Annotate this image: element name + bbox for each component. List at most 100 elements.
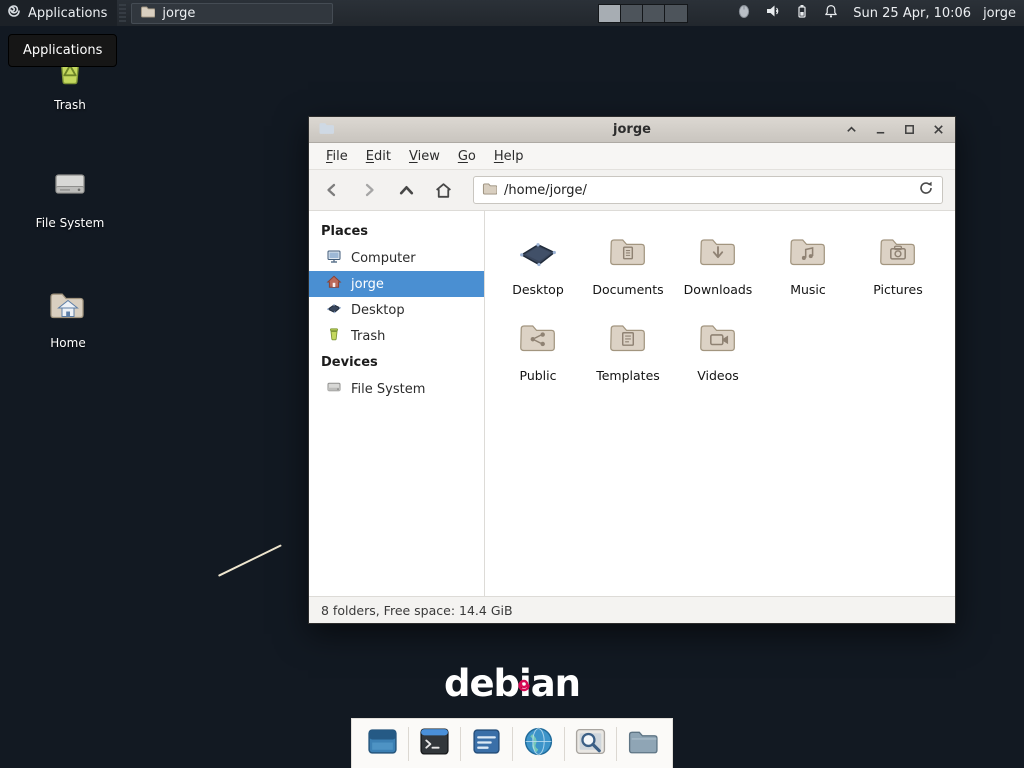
sidebar-item-desktop[interactable]: Desktop xyxy=(309,297,484,323)
sidebar-item-trash[interactable]: Trash xyxy=(309,323,484,349)
file-item-label: Templates xyxy=(596,368,660,383)
desktop-icon-label: File System xyxy=(36,216,105,230)
app-finder-launcher[interactable] xyxy=(568,722,612,766)
sidebar-item-label: jorge xyxy=(351,277,384,292)
home-button[interactable] xyxy=(432,179,454,201)
file-manager-launcher[interactable] xyxy=(620,722,664,766)
panel-grip[interactable] xyxy=(119,4,126,22)
file-item-label: Music xyxy=(790,282,826,297)
show-desktop-button[interactable] xyxy=(360,722,404,766)
applications-menu-icon xyxy=(6,3,22,23)
notifications-bell-icon[interactable] xyxy=(823,3,839,23)
terminal-icon xyxy=(418,725,451,762)
location-bar[interactable] xyxy=(473,176,943,204)
file-manager-icon xyxy=(626,725,659,762)
file-grid: Desktop Documents xyxy=(485,211,955,395)
file-item-label: Documents xyxy=(592,282,663,297)
file-item-label: Desktop xyxy=(512,282,564,297)
menu-file[interactable]: File xyxy=(317,145,357,168)
status-bar: 8 folders, Free space: 14.4 GiB xyxy=(309,596,955,623)
debian-swirl-icon xyxy=(517,659,531,702)
places-header: Places xyxy=(309,218,484,245)
folder-documents-icon xyxy=(604,229,652,279)
computer-icon xyxy=(326,248,342,268)
window-folder-icon xyxy=(318,120,334,140)
sidebar-item-file-system[interactable]: File System xyxy=(309,376,484,402)
folder-templates-icon xyxy=(604,315,652,365)
console-launcher[interactable] xyxy=(464,722,508,766)
maximize-button[interactable] xyxy=(901,122,917,138)
workspace-4[interactable] xyxy=(665,5,687,22)
desktop-icon-file-system[interactable]: File System xyxy=(28,164,112,230)
debian-logo-text: debian xyxy=(444,662,580,705)
dock-separator xyxy=(456,725,464,763)
sidebar-item-computer[interactable]: Computer xyxy=(309,245,484,271)
workspace-switcher xyxy=(598,4,688,23)
drive-icon xyxy=(326,379,342,399)
workspace-3[interactable] xyxy=(643,5,665,22)
volume-icon[interactable] xyxy=(765,3,781,23)
devices-header: Devices xyxy=(309,349,484,376)
window-titlebar[interactable]: jorge xyxy=(309,117,955,143)
menu-edit[interactable]: Edit xyxy=(357,145,400,168)
panel-user-label[interactable]: jorge xyxy=(983,6,1016,21)
file-item-music[interactable]: Music xyxy=(763,223,853,309)
folder-music-icon xyxy=(784,229,832,279)
desktop-icon-label: Home xyxy=(50,336,85,350)
applications-menu-label: Applications xyxy=(28,6,107,21)
file-item-desktop[interactable]: Desktop xyxy=(493,223,583,309)
panel-right-cluster: Sun 25 Apr, 10:06 jorge xyxy=(598,0,1024,26)
show-desktop-icon xyxy=(366,725,399,762)
minimize-button[interactable] xyxy=(872,122,888,138)
file-manager-window: jorge File Edit View Go Help xyxy=(308,116,956,624)
file-item-label: Videos xyxy=(697,368,739,383)
clock[interactable]: Sun 25 Apr, 10:06 xyxy=(853,6,971,21)
stray-line-artifact xyxy=(218,544,282,576)
file-item-public[interactable]: Public xyxy=(493,309,583,395)
file-item-documents[interactable]: Documents xyxy=(583,223,673,309)
battery-icon[interactable] xyxy=(794,3,810,23)
applications-menu-button[interactable]: Applications xyxy=(0,0,117,26)
window-content: Places Computer jorge Desktop xyxy=(309,211,955,596)
path-input[interactable] xyxy=(504,183,911,198)
drive-icon xyxy=(48,164,92,211)
dock-separator xyxy=(404,725,412,763)
trash-icon xyxy=(326,326,342,346)
file-item-downloads[interactable]: Downloads xyxy=(673,223,763,309)
folder-videos-icon xyxy=(694,315,742,365)
file-item-videos[interactable]: Videos xyxy=(673,309,763,395)
web-browser-launcher[interactable] xyxy=(516,722,560,766)
workspace-2[interactable] xyxy=(621,5,643,22)
home-folder-icon xyxy=(46,284,90,331)
file-item-templates[interactable]: Templates xyxy=(583,309,673,395)
taskbar-window-button[interactable]: jorge xyxy=(131,3,333,24)
sidebar-item-jorge[interactable]: jorge xyxy=(309,271,484,297)
reload-icon[interactable] xyxy=(918,180,934,200)
system-tray xyxy=(736,3,839,23)
home-icon xyxy=(326,274,342,294)
back-button[interactable] xyxy=(321,179,343,201)
applications-tooltip-text: Applications xyxy=(23,43,102,58)
sidebar-item-label: Trash xyxy=(351,329,385,344)
menu-view[interactable]: View xyxy=(400,145,449,168)
file-item-pictures[interactable]: Pictures xyxy=(853,223,943,309)
web-browser-icon xyxy=(522,725,555,762)
menu-help[interactable]: Help xyxy=(485,145,533,168)
shade-button[interactable] xyxy=(843,122,859,138)
console-icon xyxy=(470,725,503,762)
sidebar-item-label: Computer xyxy=(351,251,416,266)
taskbar-window-label: jorge xyxy=(162,6,195,21)
terminal-launcher[interactable] xyxy=(412,722,456,766)
menu-go[interactable]: Go xyxy=(449,145,485,168)
file-view[interactable]: Desktop Documents xyxy=(485,211,955,596)
desktop-icon-home[interactable]: Home xyxy=(26,284,110,350)
folder-pictures-icon xyxy=(874,229,922,279)
mouse-icon[interactable] xyxy=(736,3,752,23)
workspace-1[interactable] xyxy=(599,5,621,22)
applications-tooltip: Applications xyxy=(8,34,117,67)
file-item-label: Public xyxy=(520,368,557,383)
dock-separator xyxy=(560,725,568,763)
forward-button[interactable] xyxy=(358,179,380,201)
up-button[interactable] xyxy=(395,179,417,201)
close-button[interactable] xyxy=(930,122,946,138)
